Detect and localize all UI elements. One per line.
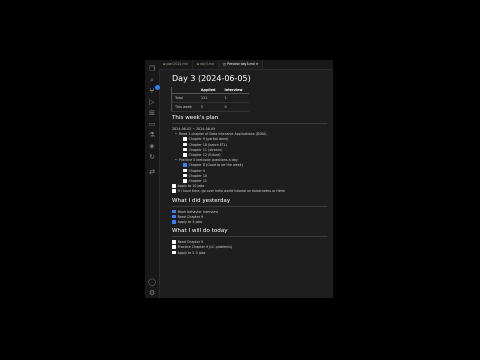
stats-table: Applied Interview Total 121 1 This week …	[171, 87, 249, 112]
checklist-label: If I have time, go over hello world tuto…	[177, 189, 286, 194]
section-heading: This week's plan	[172, 115, 327, 124]
checkbox[interactable]	[183, 178, 187, 183]
editor-tabs: ◆ plan2024.md ◆ day3.md ◫ Preview day3.m…	[159, 60, 333, 70]
checkbox-checked[interactable]	[172, 219, 176, 224]
checklist-item[interactable]: If I have time, go over hello world tuto…	[167, 189, 327, 194]
source-control-icon[interactable]: ⑂	[148, 85, 160, 95]
checkbox[interactable]	[172, 250, 176, 255]
checklist-label: Chapter 11	[188, 179, 208, 184]
table-cell: This week	[171, 102, 198, 112]
checklist-label: Chapter 10	[188, 173, 208, 178]
table-cell: 1	[221, 93, 249, 103]
checklist-label: Chapter 12 (future)	[188, 153, 221, 158]
settings-gear-icon[interactable]: ⚙	[148, 289, 156, 297]
checkbox[interactable]	[183, 168, 187, 173]
checkbox[interactable]	[172, 189, 176, 193]
close-icon[interactable]: ✕	[256, 62, 259, 66]
checkbox[interactable]	[183, 147, 187, 152]
checklist-label: Practice Chapter 9 (LC problems)	[177, 245, 233, 250]
docker-icon[interactable]: ◈	[148, 142, 156, 150]
checkbox[interactable]	[183, 152, 187, 157]
testing-icon[interactable]: ⚗	[148, 131, 156, 139]
table-cell: Total	[171, 93, 198, 103]
checkbox[interactable]	[183, 142, 187, 147]
tab-label: plan2024.md	[166, 62, 188, 66]
checklist-label: Chapter 8 (Good to be the week)	[188, 163, 243, 168]
checkbox[interactable]	[172, 184, 176, 188]
checkbox-checked[interactable]	[172, 209, 176, 214]
checkbox[interactable]	[172, 245, 176, 249]
checklist-label: Apply to 2-3 jobs	[177, 250, 206, 255]
checklist-item[interactable]: Apply to 2-3 jobs	[167, 250, 327, 256]
run-debug-icon[interactable]: ▷	[148, 98, 156, 106]
account-icon[interactable]: ◯	[148, 278, 156, 286]
checklist-label: Chapter 10 (batch ETL)	[188, 142, 227, 147]
table-cell: 5	[197, 102, 222, 112]
checklist-label: Apply to 3 jobs	[177, 220, 203, 225]
checklist-label: Apply to 10 jobs	[177, 184, 205, 189]
page-title: Day 3 (2024-06-05)	[172, 74, 251, 83]
checkbox[interactable]	[183, 173, 187, 178]
tab-preview[interactable]: ◫ Preview day3.md ✕	[219, 60, 264, 69]
remote-icon[interactable]: ⇄	[148, 168, 156, 176]
table-cell: 0	[221, 102, 249, 112]
editor-window: ❐ ⌕ ⑂ ▷ ⊞ ▭ ⚗ ◈ ↻ ⇄ ◯ ⚙ ◆ plan2024.md ◆ …	[145, 60, 333, 298]
checklist-label: Mock behavior interview	[177, 209, 219, 214]
checklist-label: Chapter 9 (partial done)	[188, 137, 229, 142]
markdown-preview: Day 3 (2024-06-05) Applied Interview Tot…	[167, 71, 327, 298]
checklist-label: Read Chapter 9	[177, 214, 204, 219]
table-row: This week 5 0	[171, 102, 249, 112]
this-week-section: This week's plan 2024-06-03 ~ 2024-06-09…	[167, 115, 327, 195]
table-row: Total 121 1	[171, 93, 249, 103]
today-section: What I will do today Read Chapter 9 Prac…	[167, 228, 327, 256]
checklist-label: Read Chapter 9	[177, 240, 204, 245]
checkbox-checked[interactable]	[172, 214, 176, 219]
yesterday-section: What I did yesterday Mock behavior inter…	[167, 198, 327, 226]
section-heading: What I will do today	[172, 228, 327, 238]
tab-label: day3.md	[200, 62, 215, 66]
table-cell: 121	[197, 93, 222, 103]
git-graph-icon[interactable]: ↻	[148, 153, 156, 161]
checkbox[interactable]	[172, 240, 176, 244]
remote-explorer-icon[interactable]: ▭	[148, 120, 156, 128]
search-icon[interactable]: ⌕	[148, 76, 156, 84]
section-heading: What I did yesterday	[172, 198, 327, 207]
checklist-label: Chapter 9	[188, 168, 205, 173]
checkbox-checked[interactable]	[183, 163, 187, 167]
activity-bar: ❐ ⌕ ⑂ ▷ ⊞ ▭ ⚗ ◈ ↻ ⇄ ◯ ⚙	[145, 60, 160, 298]
explorer-icon[interactable]: ❐	[148, 65, 156, 73]
checkbox[interactable]	[183, 137, 187, 141]
checklist-item[interactable]: Apply to 3 jobs	[167, 219, 327, 225]
extensions-icon[interactable]: ⊞	[148, 109, 156, 117]
tab-label: Preview day3.md	[227, 62, 255, 66]
checklist-label: Chapter 11 (stream)	[188, 147, 223, 152]
tab-plan[interactable]: ◆ plan2024.md	[159, 60, 193, 69]
tab-day3[interactable]: ◆ day3.md	[193, 60, 220, 69]
